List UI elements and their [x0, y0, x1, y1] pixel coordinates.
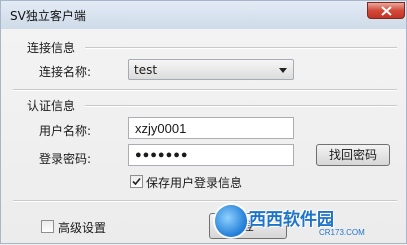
- password-mask: ●●●●●●●: [135, 149, 189, 161]
- checkmark-icon: [132, 177, 141, 186]
- title-bar[interactable]: SV独立客户端: [1, 1, 406, 29]
- password-label: 登录密码:: [39, 152, 92, 166]
- connection-name-select[interactable]: test: [128, 59, 294, 80]
- watermark-logo-icon: [215, 205, 247, 237]
- connection-name-value: test: [134, 63, 158, 77]
- watermark: 西西软件园 CR173.COM: [201, 199, 407, 245]
- auth-divider: [85, 105, 397, 107]
- save-login-label: 保存用户登录信息: [146, 176, 243, 190]
- connection-section-title: 连接信息: [27, 41, 76, 55]
- password-input[interactable]: ●●●●●●●: [128, 144, 294, 166]
- close-button[interactable]: [367, 2, 405, 19]
- watermark-subtext: CR173.COM: [319, 228, 365, 237]
- save-login-checkbox[interactable]: [130, 175, 143, 188]
- username-input[interactable]: xzjy0001: [128, 117, 294, 139]
- watermark-text: 西西软件园: [249, 210, 334, 230]
- close-icon: [381, 6, 392, 16]
- window-title: SV独立客户端: [10, 9, 86, 23]
- chevron-down-icon: [279, 68, 287, 73]
- section-separator: [13, 89, 397, 91]
- recover-password-button[interactable]: 找回密码: [316, 144, 390, 166]
- advanced-settings-checkbox[interactable]: [41, 220, 54, 233]
- username-value: xzjy0001: [135, 121, 187, 136]
- auth-section-title: 认证信息: [27, 99, 76, 113]
- connection-divider: [85, 47, 397, 49]
- client-window: SV独立客户端 连接信息 连接名称: test 认证信息 用户名称: xzjy0…: [0, 0, 407, 244]
- advanced-settings-label: 高级设置: [58, 221, 107, 235]
- connection-name-label: 连接名称:: [39, 65, 92, 79]
- username-label: 用户名称:: [39, 124, 92, 138]
